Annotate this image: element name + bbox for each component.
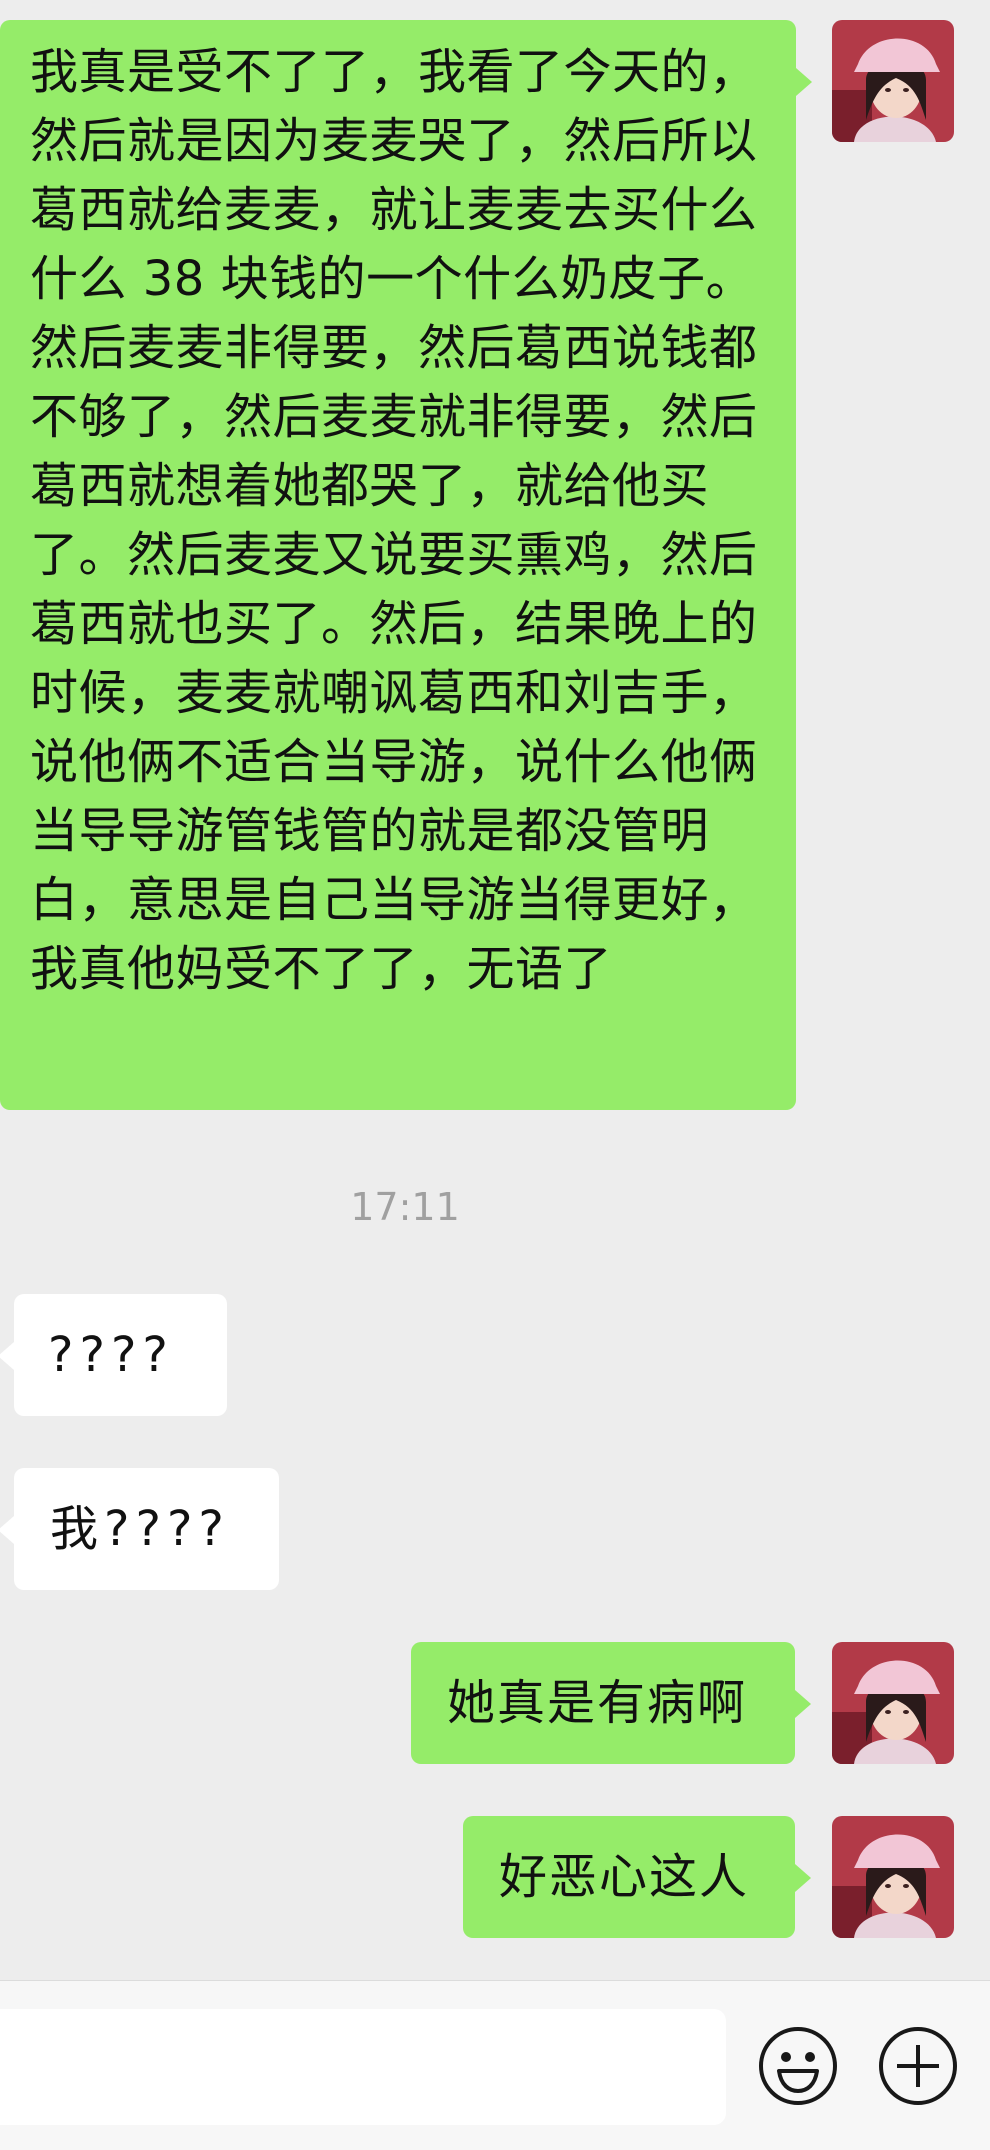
sent-message-bubble[interactable]: 我真是受不了了，我看了今天的，然后就是因为麦麦哭了，然后所以葛西就给麦麦，就让麦… — [0, 20, 812, 1110]
message-timestamp: 17:11 — [350, 1185, 460, 1229]
sent-message-bubble[interactable]: 她真是有病啊 — [411, 1642, 811, 1764]
smiley-face-icon — [759, 2027, 837, 2105]
message-text: 我???? — [50, 1501, 230, 1557]
plus-circle-icon — [879, 2027, 957, 2105]
emoji-button[interactable] — [757, 2025, 839, 2107]
message-text: ???? — [48, 1327, 174, 1383]
received-message-bubble[interactable]: 我???? — [0, 1468, 279, 1590]
message-text: 她真是有病啊 — [447, 1675, 748, 1731]
message-input[interactable] — [0, 2009, 726, 2125]
avatar[interactable] — [832, 20, 954, 142]
message-text: 好恶心这人 — [499, 1849, 750, 1905]
user-avatar-photo — [832, 1642, 954, 1764]
avatar[interactable] — [832, 1816, 954, 1938]
received-message-bubble[interactable]: ???? — [0, 1294, 227, 1416]
more-options-button[interactable] — [877, 2025, 959, 2107]
chat-input-bar — [0, 1980, 990, 2150]
avatar[interactable] — [832, 1642, 954, 1764]
message-text: 我真是受不了了，我看了今天的，然后就是因为麦麦哭了，然后所以葛西就给麦麦，就让麦… — [30, 44, 758, 997]
user-avatar-photo — [832, 1816, 954, 1938]
chat-message-list: 我真是受不了了，我看了今天的，然后就是因为麦麦哭了，然后所以葛西就给麦麦，就让麦… — [0, 0, 990, 1980]
user-avatar-photo — [832, 20, 954, 142]
sent-message-bubble[interactable]: 好恶心这人 — [463, 1816, 811, 1938]
